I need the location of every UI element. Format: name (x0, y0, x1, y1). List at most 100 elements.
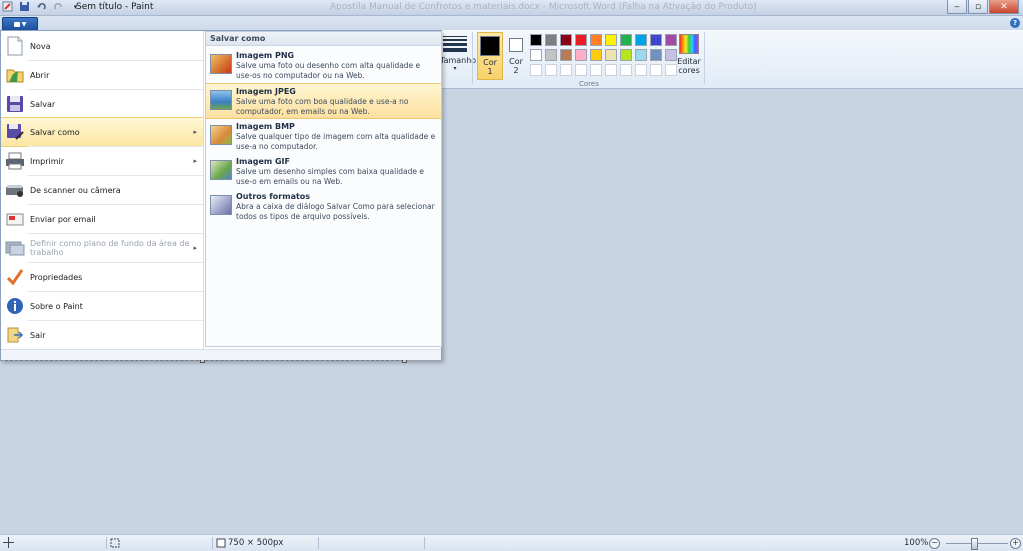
menu-item-save-as[interactable]: Salvar como ▸ (1, 117, 203, 147)
open-folder-icon (5, 65, 25, 85)
edit-colors-button[interactable]: Editar cores (677, 34, 701, 75)
zoom-out-button[interactable]: − (929, 538, 940, 549)
app-menu-icon (13, 21, 20, 27)
edit-colors-label: Editar cores (677, 57, 701, 75)
color1-label: Cor 1 (483, 58, 497, 76)
png-image-icon (210, 54, 232, 74)
menu-item-label: Definir como plano de fundo da área de t… (30, 239, 190, 257)
palette-color-swatch[interactable] (530, 64, 542, 76)
palette-color-swatch[interactable] (665, 64, 677, 76)
info-icon (5, 296, 25, 316)
checkmark-icon (5, 267, 25, 287)
menu-item-scanner-camera[interactable]: De scanner ou câmera (1, 176, 203, 204)
palette-color-swatch[interactable] (545, 49, 557, 61)
title-bar: ▾ Sem título - Paint Apostila Manual de … (0, 0, 1023, 16)
menu-item-label: Enviar por email (30, 214, 96, 224)
menu-item-new[interactable]: Nova (1, 33, 203, 59)
format-description: Abra a caixa de diálogo Salvar Como para… (236, 202, 435, 221)
palette-color-swatch[interactable] (605, 64, 617, 76)
ribbon-separator (472, 32, 473, 84)
save-as-header: Salvar como (206, 32, 441, 46)
palette-color-swatch[interactable] (650, 34, 662, 46)
line-size-icon (443, 36, 467, 52)
palette-color-swatch[interactable] (560, 34, 572, 46)
chevron-right-icon: ▸ (193, 244, 197, 252)
palette-color-swatch[interactable] (575, 49, 587, 61)
palette-color-swatch[interactable] (560, 49, 572, 61)
palette-color-swatch[interactable] (530, 34, 542, 46)
color2-button[interactable]: Cor 2 (504, 32, 528, 78)
menu-item-exit[interactable]: Sair (1, 321, 203, 349)
ribbon-tab-strip: ▼ (0, 16, 1023, 31)
menu-item-about-paint[interactable]: Sobre o Paint (1, 292, 203, 320)
menu-item-properties[interactable]: Propriedades (1, 263, 203, 291)
palette-color-swatch[interactable] (590, 49, 602, 61)
palette-color-swatch[interactable] (635, 34, 647, 46)
color-palette (530, 34, 677, 76)
palette-color-swatch[interactable] (635, 49, 647, 61)
palette-color-swatch[interactable] (635, 64, 647, 76)
palette-color-swatch[interactable] (665, 49, 677, 61)
save-as-other-formats[interactable]: Outros formatos Abra a caixa de diálogo … (206, 189, 441, 223)
save-icon[interactable] (19, 1, 30, 12)
palette-color-swatch[interactable] (650, 49, 662, 61)
palette-color-swatch[interactable] (620, 34, 632, 46)
maximize-button[interactable]: ▫ (968, 0, 988, 14)
menu-item-set-desktop-background: Definir como plano de fundo da área de t… (1, 234, 203, 262)
palette-color-swatch[interactable] (650, 64, 662, 76)
image-size-icon (216, 538, 226, 551)
zoom-slider-thumb[interactable] (971, 538, 978, 550)
save-as-bmp[interactable]: Imagem BMP Salve qualquer tipo de imagem… (206, 119, 441, 153)
jpeg-image-icon (210, 90, 232, 110)
redo-icon[interactable] (53, 1, 64, 12)
minimize-button[interactable]: ‒ (947, 0, 967, 14)
save-as-png[interactable]: Imagem PNG Salve uma foto ou desenho com… (206, 48, 441, 82)
close-button[interactable]: ✕ (989, 0, 1019, 14)
palette-color-swatch[interactable] (620, 49, 632, 61)
app-menu-footer (1, 349, 441, 360)
zoom-level: 100% (904, 538, 929, 548)
save-as-submenu: Salvar como Imagem PNG Salve uma foto ou… (205, 31, 442, 347)
paint-app-icon (2, 1, 13, 12)
size-button[interactable]: Tamanho ▾ (440, 34, 476, 72)
save-as-jpeg[interactable]: Imagem JPEG Salve uma foto com boa quali… (206, 83, 441, 119)
menu-item-label: De scanner ou câmera (30, 185, 121, 195)
quick-access-toolbar: ▾ (2, 1, 81, 12)
palette-color-swatch[interactable] (575, 34, 587, 46)
menu-item-label: Abrir (30, 70, 50, 80)
palette-color-swatch[interactable] (620, 64, 632, 76)
palette-color-swatch[interactable] (545, 34, 557, 46)
app-menu-commands: Nova Abrir Salvar Salvar como ▸ Imprimir… (1, 31, 204, 349)
application-menu-button[interactable]: ▼ (2, 17, 38, 31)
palette-color-swatch[interactable] (530, 49, 542, 61)
help-icon[interactable]: ? (1010, 18, 1020, 28)
save-as-gif[interactable]: Imagem GIF Salve um desenho simples com … (206, 154, 441, 188)
palette-color-swatch[interactable] (560, 64, 572, 76)
format-name: Outros formatos (236, 192, 311, 201)
format-name: Imagem JPEG (236, 87, 296, 96)
color2-label: Cor 2 (509, 57, 523, 75)
undo-icon[interactable] (36, 1, 47, 12)
chevron-right-icon: ▸ (193, 157, 197, 165)
palette-color-swatch[interactable] (590, 34, 602, 46)
email-icon (5, 209, 25, 229)
palette-color-swatch[interactable] (605, 49, 617, 61)
desktop-background-icon (5, 238, 25, 258)
printer-icon (5, 151, 25, 171)
chevron-down-icon: ▼ (21, 20, 27, 28)
menu-item-print[interactable]: Imprimir ▸ (1, 147, 203, 175)
menu-item-send-email[interactable]: Enviar por email (1, 205, 203, 233)
color2-swatch (509, 38, 523, 52)
color-wheel-icon (679, 34, 699, 54)
menu-item-save[interactable]: Salvar (1, 90, 203, 118)
format-name: Imagem BMP (236, 122, 295, 131)
menu-item-label: Imprimir (30, 156, 65, 166)
color1-button[interactable]: Cor 1 (477, 32, 503, 80)
zoom-in-button[interactable]: + (1010, 538, 1021, 549)
palette-color-swatch[interactable] (605, 34, 617, 46)
palette-color-swatch[interactable] (575, 64, 587, 76)
palette-color-swatch[interactable] (545, 64, 557, 76)
palette-color-swatch[interactable] (665, 34, 677, 46)
palette-color-swatch[interactable] (590, 64, 602, 76)
menu-item-open[interactable]: Abrir (1, 61, 203, 89)
